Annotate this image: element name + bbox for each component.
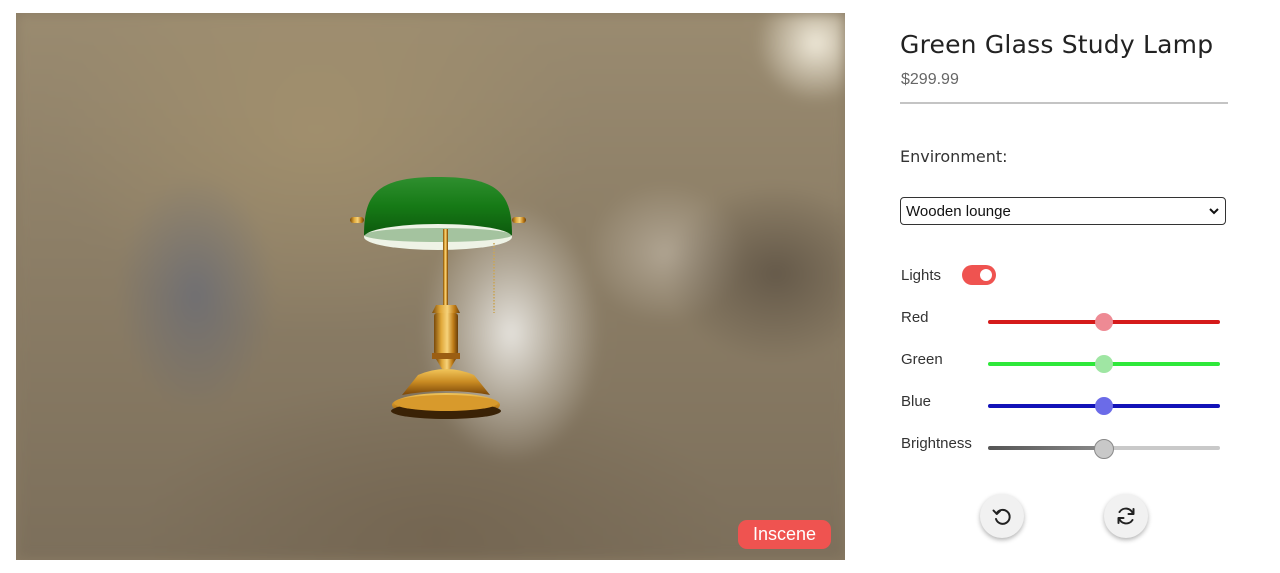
inscene-label: Inscene: [752, 524, 816, 544]
blue-label: Blue: [901, 393, 932, 410]
chevron-down-icon: [1209, 208, 1219, 215]
lights-label: Lights: [901, 267, 942, 284]
reset-rotation-button[interactable]: [980, 494, 1024, 538]
refresh-icon: [1117, 507, 1135, 525]
slider-row-green: Green: [900, 348, 1228, 374]
product-title: Green Glass Study Lamp: [900, 30, 1214, 59]
environment-select[interactable]: Wooden lounge: [900, 197, 1226, 225]
brightness-slider[interactable]: [988, 438, 1220, 459]
lamp-model[interactable]: [332, 163, 544, 425]
lights-toggle[interactable]: [962, 265, 996, 285]
product-price: $299.99: [901, 71, 959, 88]
toggle-knob: [980, 269, 992, 281]
divider: [900, 102, 1228, 104]
product-viewer[interactable]: Inscene: [16, 13, 845, 560]
brightness-label: Brightness: [901, 435, 972, 452]
red-slider[interactable]: [988, 312, 1220, 332]
brightness-slider-thumb[interactable]: [1094, 439, 1114, 459]
slider-row-red: Red: [900, 306, 1228, 332]
product-panel: Green Glass Study Lamp $299.99 Environme…: [900, 0, 1228, 573]
slider-row-blue: Blue: [900, 390, 1228, 416]
environment-selected-value: Wooden lounge: [906, 202, 1011, 220]
red-label: Red: [901, 309, 929, 326]
green-label: Green: [901, 351, 943, 368]
inscene-button[interactable]: Inscene: [737, 520, 831, 549]
environment-label: Environment:: [900, 147, 1008, 166]
blue-slider[interactable]: [988, 396, 1220, 416]
green-slider[interactable]: [988, 354, 1220, 374]
lights-row: Lights: [900, 264, 1228, 288]
rotate-ccw-icon: [992, 508, 1011, 525]
green-slider-thumb[interactable]: [1095, 355, 1113, 373]
red-slider-thumb[interactable]: [1095, 313, 1113, 331]
blue-slider-thumb[interactable]: [1095, 397, 1113, 415]
auto-rotate-button[interactable]: [1104, 494, 1148, 538]
slider-row-brightness: Brightness: [900, 432, 1228, 459]
